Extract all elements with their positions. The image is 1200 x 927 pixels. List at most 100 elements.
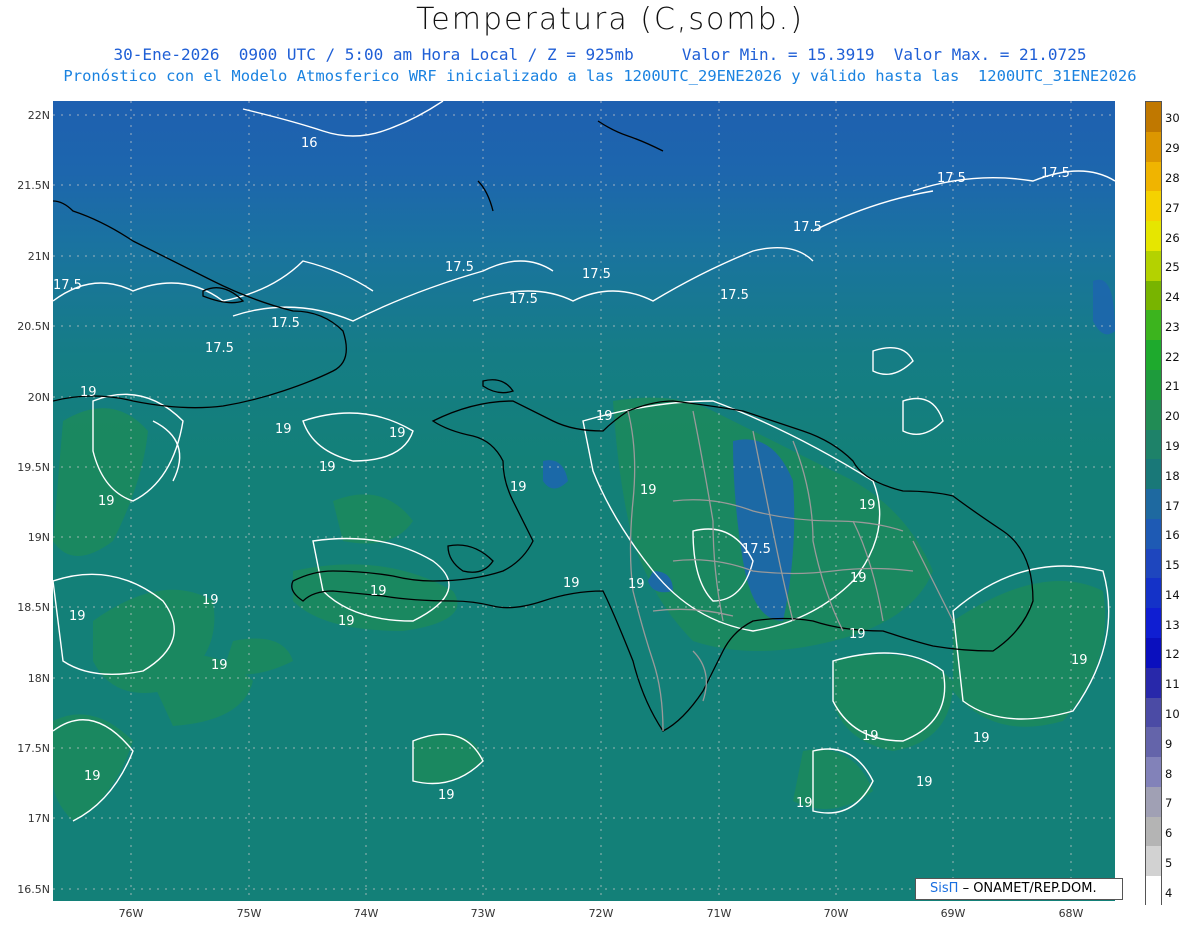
- colorbar-label: 28: [1165, 170, 1180, 185]
- colorbar-segment: [1146, 250, 1161, 282]
- contour-label: 17.5: [509, 292, 538, 307]
- subtitle-line-1: 30-Ene-2026 0900 UTC / 5:00 am Hora Loca…: [0, 45, 1200, 64]
- contour-label: 19: [850, 571, 867, 586]
- lon-label: 68W: [1058, 907, 1084, 920]
- colorbar-label: 12: [1165, 647, 1180, 662]
- subtitle-line-2: Pronóstico con el Modelo Atmosferico WRF…: [63, 67, 1137, 85]
- colorbar-segment: [1146, 399, 1161, 431]
- colorbar-label: 21: [1165, 379, 1180, 394]
- lat-label: 17N: [27, 812, 50, 825]
- map-canvas: 16 17.5 17.5 17.5 17.5 17.5 17.5 17.5 17…: [53, 101, 1115, 901]
- contour-label: 19: [862, 729, 879, 744]
- colorbar-label: 20: [1165, 409, 1180, 424]
- contour-label: 19: [628, 577, 645, 592]
- valor-max: Valor Max. = 21.0725: [893, 45, 1087, 64]
- contour-label: 19: [275, 422, 292, 437]
- colorbar-label: 5: [1165, 855, 1173, 870]
- contour-label: 19: [640, 483, 657, 498]
- lon-label: 74W: [353, 907, 379, 920]
- lat-label: 20N: [27, 391, 50, 404]
- contour-label: 19: [916, 775, 933, 790]
- colorbar-label: 16: [1165, 528, 1180, 543]
- colorbar-label: 23: [1165, 319, 1180, 334]
- colorbar-label: 30: [1165, 111, 1180, 126]
- contour-label: 19: [98, 494, 115, 509]
- colorbar-segment: [1146, 191, 1161, 222]
- lon-label: 69W: [940, 907, 966, 920]
- temperature-map: 16 17.5 17.5 17.5 17.5 17.5 17.5 17.5 17…: [53, 101, 1115, 901]
- contour-label: 19: [859, 498, 876, 513]
- colorbar-segment: [1146, 102, 1161, 133]
- colorbar-segment: [1146, 489, 1161, 520]
- colorbar: [1145, 101, 1162, 907]
- colorbar-segment: [1146, 518, 1161, 550]
- colorbar-segment: [1146, 697, 1161, 728]
- colorbar-segment: [1146, 608, 1161, 639]
- lon-label: 76W: [118, 907, 144, 920]
- contour-label: 19: [389, 426, 406, 441]
- contour-label: 19: [69, 609, 86, 624]
- credit-text: – ONAMET/REP.DOM.: [962, 881, 1097, 896]
- contour-label: 17.5: [742, 542, 771, 557]
- colorbar-label: 26: [1165, 230, 1180, 245]
- colorbar-segment: [1146, 786, 1161, 818]
- colorbar-segment: [1146, 816, 1161, 847]
- colorbar-segment: [1146, 429, 1161, 460]
- map-title: Temperatura (C,somb.): [416, 2, 804, 37]
- colorbar-label: 8: [1165, 766, 1173, 781]
- colorbar-label: 7: [1165, 796, 1173, 811]
- colorbar-label: 18: [1165, 468, 1180, 483]
- colorbar-segment: [1146, 667, 1161, 699]
- colorbar-segment: [1146, 310, 1161, 341]
- contour-label: 19: [338, 614, 355, 629]
- colorbar-label: 17: [1165, 498, 1180, 513]
- contour-label: 19: [319, 460, 336, 475]
- contour-label: 19: [1071, 653, 1088, 668]
- credit-brand: SisΠ: [930, 881, 959, 896]
- colorbar-label: 13: [1165, 617, 1180, 632]
- colorbar-segment: [1146, 370, 1161, 401]
- lon-label: 71W: [706, 907, 732, 920]
- contour-label: 19: [596, 409, 613, 424]
- lat-label: 19N: [27, 531, 50, 544]
- colorbar-label: 4: [1165, 885, 1173, 900]
- lat-label: 21N: [27, 250, 50, 263]
- colorbar-segment: [1146, 876, 1161, 907]
- contour-label: 17.5: [582, 267, 611, 282]
- contour-label: 19: [84, 769, 101, 784]
- lon-label: 70W: [823, 907, 849, 920]
- contour-label: 19: [370, 584, 387, 599]
- contour-label: 19: [563, 576, 580, 591]
- colorbar-segment: [1146, 548, 1161, 579]
- lat-label: 19.5N: [17, 461, 50, 474]
- contour-label: 17.5: [53, 278, 82, 293]
- contour-label: 16: [301, 136, 318, 151]
- lat-label: 22N: [27, 109, 50, 122]
- colorbar-label: 25: [1165, 260, 1180, 275]
- contour-label: 19: [796, 796, 813, 811]
- colorbar-segment: [1146, 459, 1161, 490]
- colorbar-label: 19: [1165, 438, 1180, 453]
- contour-label: 19: [849, 627, 866, 642]
- colorbar-label: 15: [1165, 558, 1180, 573]
- lon-label: 75W: [236, 907, 262, 920]
- contour-label: 17.5: [937, 171, 966, 186]
- colorbar-label: 24: [1165, 290, 1180, 305]
- colorbar-segment: [1146, 161, 1161, 192]
- contour-label: 19: [973, 731, 990, 746]
- colorbar-label: 6: [1165, 826, 1173, 841]
- colorbar-segment: [1146, 846, 1161, 877]
- contour-label: 17.5: [1041, 166, 1070, 181]
- contour-label: 19: [80, 385, 97, 400]
- lat-label: 18N: [27, 672, 50, 685]
- lat-label: 16.5N: [17, 883, 50, 896]
- colorbar-segment: [1146, 727, 1161, 758]
- lat-label: 20.5N: [17, 320, 50, 333]
- contour-label: 19: [202, 593, 219, 608]
- contour-label: 19: [211, 658, 228, 673]
- colorbar-label: 14: [1165, 587, 1180, 602]
- colorbar-label: 22: [1165, 349, 1180, 364]
- contour-label: 17.5: [205, 341, 234, 356]
- colorbar-segment: [1146, 578, 1161, 609]
- colorbar-label: 10: [1165, 706, 1180, 721]
